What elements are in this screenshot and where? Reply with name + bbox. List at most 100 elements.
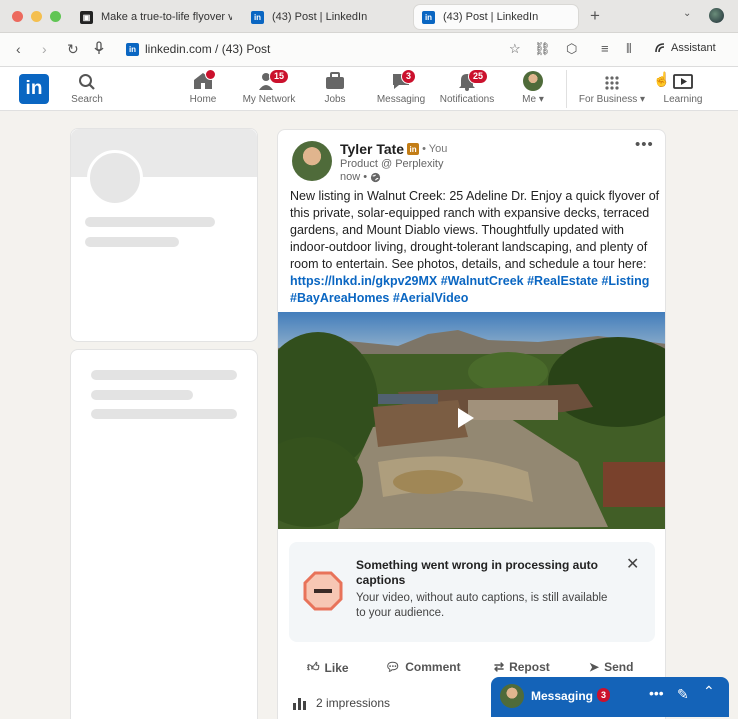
chat-icon: 3 <box>374 69 428 91</box>
browser-profile-avatar[interactable] <box>709 8 724 23</box>
linkedin-top-nav: in Search Home 15 My Network Jobs 3 Mess… <box>0 67 738 111</box>
maximize-window-button[interactable] <box>50 11 61 22</box>
sidebar-card-skeleton <box>70 349 258 719</box>
thumbs-up-icon: 👍︎ <box>307 660 320 674</box>
nav-label: Me <box>522 94 537 105</box>
reader-menu-icon[interactable]: ≡ <box>601 41 609 56</box>
assistant-button[interactable]: Assistant <box>654 42 716 54</box>
close-window-button[interactable] <box>12 11 23 22</box>
ai-app-icon: ▣ <box>80 10 93 24</box>
back-arrow-icon[interactable]: ‹ <box>16 41 21 57</box>
linkedin-icon: in <box>126 43 139 56</box>
nav-search[interactable]: Search <box>67 71 107 105</box>
play-icon[interactable] <box>458 408 474 428</box>
comment-button[interactable]: 💬︎ Comment <box>385 660 461 674</box>
author-headline: Product @ Perplexity <box>340 158 444 170</box>
briefcase-icon <box>320 71 350 91</box>
browser-tab-2[interactable]: in (43) Post | LinkedIn <box>243 4 411 30</box>
address-bar: ‹ › ↻ in linkedin.com / (43) Post ☆ ⛓ ⬡ … <box>0 33 738 67</box>
more-options-icon[interactable]: ••• <box>635 136 654 153</box>
new-tab-button[interactable]: + <box>590 6 600 26</box>
nav-label: For Business <box>578 94 638 105</box>
nav-messaging[interactable]: 3 Messaging <box>374 69 428 105</box>
post-timestamp-row: now • <box>340 171 381 183</box>
author-name: Tyler Tate <box>340 141 405 157</box>
grid-icon <box>575 71 649 91</box>
nav-for-business[interactable]: For Business ▾ <box>575 71 649 105</box>
nav-label: Learning <box>663 94 703 105</box>
profile-card-skeleton <box>70 128 258 342</box>
skeleton-line <box>91 409 237 419</box>
avatar <box>500 684 524 708</box>
browser-tab-3[interactable]: in (43) Post | LinkedIn <box>413 4 579 30</box>
linkedin-logo[interactable]: in <box>19 74 49 104</box>
messaging-title: Messaging <box>531 689 594 703</box>
linkedin-premium-badge-icon: in <box>407 143 420 155</box>
search-icon <box>67 71 107 91</box>
tab-title: Make a true-to-life flyover vi <box>101 11 232 23</box>
forward-arrow-icon[interactable]: › <box>42 41 47 57</box>
nav-notifications[interactable]: 25 Notifications <box>436 69 498 105</box>
author-avatar[interactable] <box>292 141 332 181</box>
skeleton-line <box>85 217 215 227</box>
more-options-icon[interactable]: ••• <box>649 685 664 701</box>
home-notification-dot <box>205 69 216 80</box>
messaging-badge: 3 <box>597 688 611 702</box>
nav-label: Messaging <box>376 94 426 105</box>
network-icon: 15 <box>238 69 300 91</box>
bookmark-star-icon[interactable]: ☆ <box>509 41 521 57</box>
close-icon[interactable]: ✕ <box>626 554 639 574</box>
repost-label: Repost <box>509 660 550 674</box>
captions-error-alert: Something went wrong in processing auto … <box>289 542 655 642</box>
minimize-window-button[interactable] <box>31 11 42 22</box>
nav-divider <box>566 70 567 108</box>
nav-jobs[interactable]: Jobs <box>320 71 350 105</box>
audio-wave-icon[interactable]: ⦀ <box>626 41 632 57</box>
notifications-badge: 25 <box>468 69 489 84</box>
messaging-overlay[interactable]: Messaging 3 ••• ✎ ⌃ <box>491 677 729 717</box>
comment-label: Comment <box>405 660 461 674</box>
nav-me[interactable]: Me ▾ <box>516 71 550 105</box>
impressions-link[interactable]: 2 impressions <box>292 696 390 710</box>
chevron-up-icon[interactable]: ⌃ <box>703 683 715 700</box>
browser-tab-1[interactable]: ▣ Make a true-to-life flyover vi <box>72 4 240 30</box>
messaging-badge: 3 <box>401 69 417 84</box>
repost-icon: ⇄ <box>494 660 505 674</box>
bell-icon: 25 <box>436 69 498 91</box>
linkedin-icon: in <box>251 10 264 24</box>
post-link[interactable]: https://lnkd.in/gkpv29MX <box>290 274 437 288</box>
send-label: Send <box>604 660 634 674</box>
linkedin-icon: in <box>422 10 435 24</box>
repost-button[interactable]: ⇄ Repost <box>494 660 550 674</box>
nav-home[interactable]: Home <box>184 69 222 105</box>
nav-my-network[interactable]: 15 My Network <box>238 69 300 105</box>
link-icon[interactable]: ⛓ <box>534 41 551 57</box>
caret-down-icon: ▾ <box>538 94 544 105</box>
like-label: Like <box>324 660 349 675</box>
skeleton-line <box>91 370 237 380</box>
nav-label: Home <box>189 94 217 105</box>
comment-icon: 💬︎ <box>385 660 401 674</box>
url-field[interactable]: linkedin.com / (43) Post <box>145 42 270 56</box>
video-player[interactable] <box>278 312 665 529</box>
nav-label: Search <box>71 94 103 105</box>
skeleton-avatar <box>87 150 143 206</box>
send-button[interactable]: ➤ Send <box>589 660 633 674</box>
extensions-icon[interactable]: ⬡ <box>566 41 577 57</box>
error-octagon-icon <box>303 571 343 611</box>
post-timestamp: now • <box>340 171 368 183</box>
globe-icon <box>371 172 381 182</box>
like-button[interactable]: 👍︎ Like <box>307 660 349 675</box>
compose-icon[interactable]: ✎ <box>677 686 689 703</box>
caret-down-icon: ▾ <box>640 94 646 105</box>
you-label: • You <box>422 143 448 155</box>
author-name-row[interactable]: Tyler Tate in • You <box>340 141 447 157</box>
microphone-icon[interactable] <box>94 41 104 58</box>
reload-icon[interactable]: ↻ <box>67 41 79 58</box>
nav-label: Jobs <box>324 94 346 105</box>
assistant-icon <box>655 43 665 53</box>
tab-list-chevron-icon[interactable]: ⌄ <box>683 8 691 19</box>
hashtags[interactable]: #WalnutCreek #RealEstate <box>441 274 598 288</box>
alert-message: Your video, without auto captions, is st… <box>356 592 608 619</box>
home-icon <box>184 69 222 91</box>
